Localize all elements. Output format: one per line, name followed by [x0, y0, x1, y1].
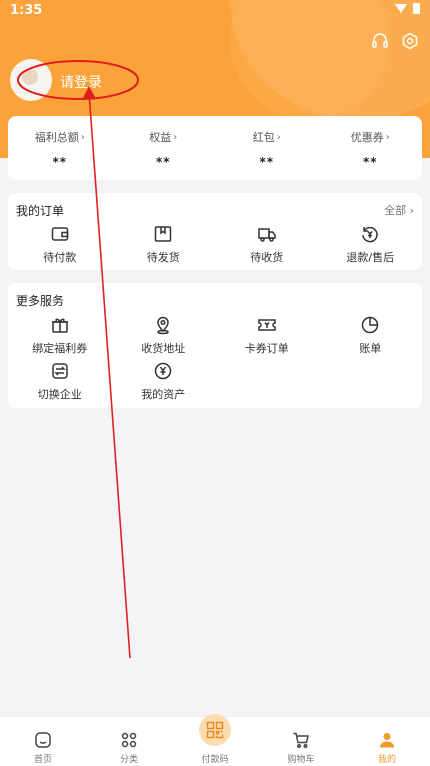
service-my-assets[interactable]: 我的资产: [112, 361, 216, 402]
stat-value: **: [362, 155, 378, 169]
order-pending-payment[interactable]: 待付款: [8, 224, 112, 265]
headset-icon[interactable]: [370, 31, 390, 51]
avatar[interactable]: [10, 59, 52, 101]
wallet-icon: [51, 227, 68, 241]
package-icon: [155, 226, 172, 242]
nav-mine[interactable]: 我的: [344, 717, 430, 766]
view-all-orders-link[interactable]: 全部 ›: [384, 202, 414, 218]
stat-value: **: [52, 155, 68, 169]
nav-category[interactable]: 分类: [86, 717, 172, 766]
stat-rights[interactable]: 权益 › **: [112, 116, 216, 180]
section-title: 更多服务: [16, 294, 65, 308]
service-card-orders[interactable]: 卡券订单: [215, 315, 319, 356]
chevron-right-icon: ›: [276, 131, 281, 143]
more-services-card: 更多服务 绑定福利券 收货地址 卡券订单 账单 切换企业 我的资产: [8, 283, 422, 408]
stat-coupons[interactable]: 优惠券 › **: [319, 116, 423, 180]
stat-value: **: [155, 155, 171, 169]
section-title: 我的订单: [16, 204, 65, 218]
gift-icon: [51, 318, 68, 333]
nav-home[interactable]: 首页: [0, 717, 86, 766]
battery-icon: [413, 3, 420, 14]
pie-chart-icon: [362, 316, 379, 334]
grid-icon: [121, 732, 137, 748]
person-icon: [380, 733, 394, 748]
stat-label: 红包: [252, 131, 275, 144]
chevron-right-icon: ›: [80, 131, 85, 143]
my-orders-card: 我的订单 全部 › 待付款 待发货 待收货 退款/售后: [8, 193, 422, 270]
location-icon: [157, 316, 170, 335]
home-icon: [35, 732, 51, 748]
service-bill[interactable]: 账单: [319, 315, 423, 356]
stat-label: 福利总额: [34, 131, 79, 144]
service-bind-coupon[interactable]: 绑定福利券: [8, 315, 112, 356]
benefits-summary-card: 福利总额 › ** 权益 › ** 红包 › ** 优惠券 › **: [8, 116, 422, 180]
stat-label: 权益: [149, 131, 172, 144]
settings-icon[interactable]: [400, 31, 420, 51]
service-address[interactable]: 收货地址: [112, 315, 216, 356]
yen-circle-icon: [155, 362, 172, 380]
wifi-icon: [395, 4, 407, 13]
ticket-icon: [258, 319, 276, 331]
chevron-right-icon: ›: [385, 131, 390, 143]
stat-value: **: [259, 155, 275, 169]
chevron-right-icon: ›: [409, 204, 414, 217]
truck-icon: [258, 228, 276, 242]
stat-red-packet[interactable]: 红包 › **: [215, 116, 319, 180]
order-pending-shipment[interactable]: 待发货: [112, 224, 216, 265]
order-refund-aftersale[interactable]: 退款/售后: [319, 224, 423, 265]
status-bar: 1:35: [0, 0, 430, 22]
qr-code-icon: [206, 721, 224, 739]
chevron-right-icon: ›: [173, 131, 178, 143]
nav-cart[interactable]: 购物车: [258, 717, 344, 766]
refund-icon: [362, 226, 378, 243]
switch-icon: [52, 363, 68, 379]
service-switch-company[interactable]: 切换企业: [8, 361, 112, 402]
cart-icon: [293, 732, 309, 748]
order-pending-receipt[interactable]: 待收货: [215, 224, 319, 265]
pay-code-button[interactable]: [199, 714, 231, 746]
stat-welfare-total[interactable]: 福利总额 › **: [8, 116, 112, 180]
status-time: 1:35: [10, 3, 43, 18]
login-link[interactable]: 请登录: [60, 72, 102, 92]
stat-label: 优惠券: [350, 131, 384, 144]
